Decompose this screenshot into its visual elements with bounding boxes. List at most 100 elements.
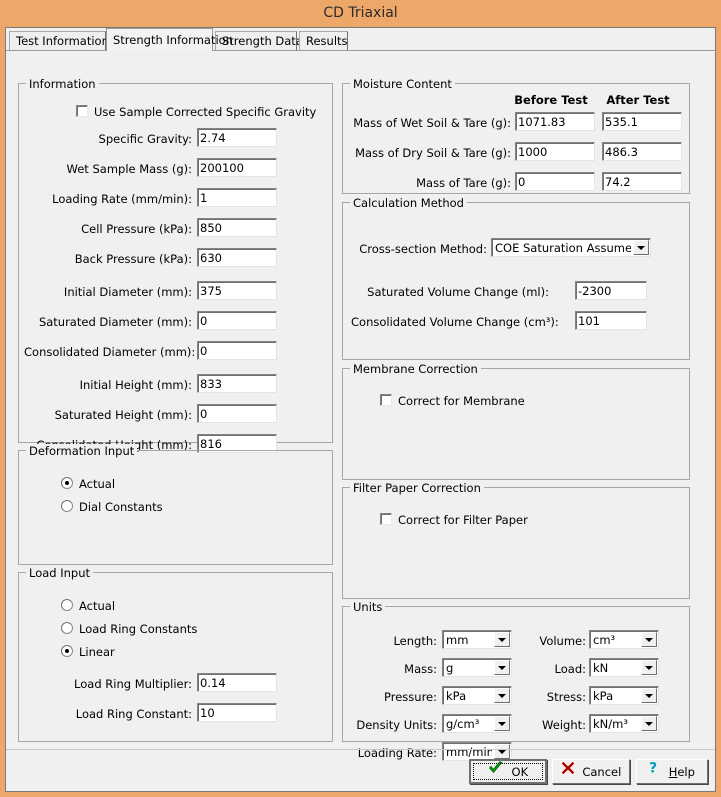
cell-pressure-label: Cell Pressure (kPa):	[29, 222, 192, 236]
mass-dry-soil-tare-after-input[interactable]: 486.3	[602, 142, 682, 161]
load-actual-radio[interactable]	[61, 599, 73, 611]
unit-weight-select[interactable]: kN/m³	[589, 714, 659, 733]
unit-volume-select[interactable]: cm³	[589, 630, 659, 649]
load-ring-constants-radio[interactable]	[61, 622, 73, 634]
unit-length-label: Length:	[355, 634, 437, 648]
unit-load-value: kN	[593, 659, 639, 677]
filter-paper-correction-group: Filter Paper Correction Correct for Filt…	[342, 487, 690, 599]
use-sample-corrected-specific-gravity-checkbox[interactable]	[76, 105, 88, 117]
saturated-volume-change-input[interactable]: -2300	[575, 281, 647, 300]
cd-triaxial-window: CD Triaxial Test Information Strength In…	[0, 0, 721, 797]
unit-load-select[interactable]: kN	[589, 658, 659, 677]
chevron-down-icon[interactable]	[633, 240, 649, 255]
unit-stress-select[interactable]: kPa	[589, 686, 659, 705]
specific-gravity-label: Specific Gravity:	[29, 132, 192, 146]
tab-test-information[interactable]: Test Information	[9, 31, 106, 51]
initial-diameter-label: Initial Diameter (mm):	[29, 285, 192, 299]
help-button[interactable]: ? Help	[636, 759, 708, 784]
correct-for-membrane-checkbox[interactable]	[380, 394, 392, 406]
specific-gravity-input[interactable]: 2.74	[197, 128, 277, 147]
chevron-down-icon[interactable]	[494, 716, 510, 731]
cross-section-method-value: COE Saturation Assumed	[495, 239, 631, 257]
mass-tare-after-input[interactable]: 74.2	[602, 172, 682, 191]
mass-dry-soil-tare-label: Mass of Dry Soil & Tare (g):	[351, 146, 511, 160]
chevron-down-icon[interactable]	[494, 660, 510, 675]
cancel-button-label: Cancel	[582, 765, 621, 779]
unit-length-select[interactable]: mm	[442, 630, 512, 649]
consolidated-diameter-input[interactable]: 0	[197, 341, 277, 360]
load-ring-multiplier-label: Load Ring Multiplier:	[29, 677, 192, 691]
initial-diameter-input[interactable]: 375	[197, 281, 277, 300]
unit-density-select[interactable]: g/cm³	[442, 714, 512, 733]
membrane-correction-caption: Membrane Correction	[350, 362, 481, 376]
chevron-down-icon[interactable]	[494, 688, 510, 703]
unit-mass-label: Mass:	[355, 662, 437, 676]
chevron-down-icon[interactable]	[494, 632, 510, 647]
use-sample-corrected-specific-gravity-label: Use Sample Corrected Specific Gravity	[94, 105, 316, 119]
back-pressure-label: Back Pressure (kPa):	[29, 252, 192, 266]
svg-text:?: ?	[649, 761, 657, 776]
load-linear-radio[interactable]	[61, 645, 73, 657]
unit-mass-value: g	[446, 659, 492, 677]
unit-weight-value: kN/m³	[593, 715, 639, 733]
focus-ring	[473, 763, 543, 780]
active-tab-joint	[107, 50, 212, 51]
membrane-correction-group: Membrane Correction Correct for Membrane	[342, 368, 690, 480]
correct-for-membrane-label: Correct for Membrane	[398, 394, 525, 408]
load-ring-constant-input[interactable]: 10	[197, 703, 277, 722]
load-actual-label: Actual	[79, 599, 115, 613]
question-mark-icon: ?	[649, 760, 661, 783]
moisture-content-caption: Moisture Content	[350, 77, 455, 91]
mass-dry-soil-tare-before-input[interactable]: 1000	[515, 142, 595, 161]
cancel-button[interactable]: Cancel	[552, 759, 630, 784]
saturated-diameter-input[interactable]: 0	[197, 311, 277, 330]
loading-rate-input[interactable]: 1	[197, 188, 277, 207]
cell-pressure-input[interactable]: 850	[197, 218, 277, 237]
load-ring-multiplier-input[interactable]: 0.14	[197, 673, 277, 692]
cross-section-method-select[interactable]: COE Saturation Assumed	[491, 238, 651, 257]
dialog-button-bar: OK Cancel ? Help	[6, 749, 715, 791]
unit-stress-label: Stress:	[523, 690, 586, 704]
tab-strength-information[interactable]: Strength Information	[106, 28, 213, 51]
wet-sample-mass-input[interactable]: 200100	[197, 158, 277, 177]
unit-length-value: mm	[446, 631, 492, 649]
tab-label: Strength Data	[222, 34, 303, 48]
mass-tare-label: Mass of Tare (g):	[351, 176, 511, 190]
unit-weight-label: Weight:	[523, 718, 586, 732]
saturated-height-input[interactable]: 0	[197, 404, 277, 423]
help-button-label: Help	[669, 765, 695, 779]
unit-mass-select[interactable]: g	[442, 658, 512, 677]
after-test-header: After Test	[601, 93, 675, 107]
mass-wet-soil-tare-before-input[interactable]: 1071.83	[515, 112, 595, 131]
chevron-down-icon[interactable]	[641, 688, 657, 703]
mass-wet-soil-tare-after-input[interactable]: 535.1	[602, 112, 682, 131]
dialog-client-area: Test Information Strength Information St…	[5, 27, 716, 792]
chevron-down-icon[interactable]	[641, 660, 657, 675]
loading-rate-label: Loading Rate (mm/min):	[29, 192, 192, 206]
chevron-down-icon[interactable]	[641, 632, 657, 647]
tab-label: Strength Information	[113, 33, 233, 47]
correct-for-filter-paper-checkbox[interactable]	[380, 513, 392, 525]
unit-volume-label: Volume:	[523, 634, 586, 648]
tab-results[interactable]: Results	[299, 31, 348, 51]
filter-paper-correction-caption: Filter Paper Correction	[350, 481, 484, 495]
unit-density-value: g/cm³	[446, 715, 492, 733]
help-rest: elp	[677, 765, 695, 779]
tab-strip: Test Information Strength Information St…	[6, 28, 717, 51]
load-input-group: Load Input Actual Load Ring Constants Li…	[18, 572, 333, 742]
back-pressure-input[interactable]: 630	[197, 248, 277, 267]
deformation-actual-radio[interactable]	[61, 477, 73, 489]
ok-button[interactable]: OK	[469, 759, 547, 784]
chevron-down-icon[interactable]	[641, 716, 657, 731]
unit-load-label: Load:	[523, 662, 586, 676]
initial-height-input[interactable]: 833	[197, 374, 277, 393]
close-icon	[561, 760, 575, 783]
tab-label: Results	[306, 34, 348, 48]
mass-wet-soil-tare-label: Mass of Wet Soil & Tare (g):	[351, 116, 511, 130]
before-test-header: Before Test	[514, 93, 588, 107]
mass-tare-before-input[interactable]: 0	[515, 172, 595, 191]
deformation-dial-constants-radio[interactable]	[61, 500, 73, 512]
consolidated-volume-change-input[interactable]: 101	[575, 311, 647, 330]
unit-pressure-select[interactable]: kPa	[442, 686, 512, 705]
information-caption: Information	[26, 77, 99, 91]
